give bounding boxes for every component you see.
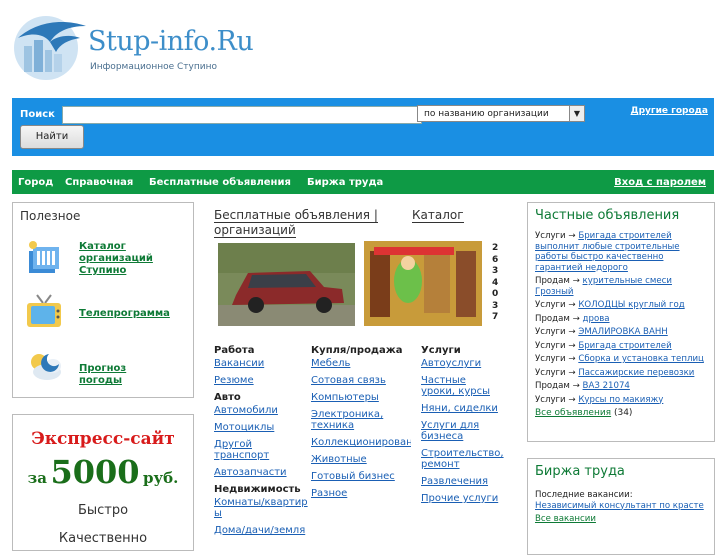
category-link[interactable]: Частные уроки, курсы — [421, 375, 501, 397]
useful-item-label[interactable]: Каталог организаций Ступино — [79, 241, 169, 277]
doors-ad-banner[interactable] — [364, 241, 492, 326]
search-input[interactable] — [62, 106, 422, 124]
category-heading: Купля/продажа — [311, 345, 403, 356]
search-mode-value: по названию организации — [424, 109, 549, 119]
category-link[interactable]: Другой транспорт — [214, 439, 274, 461]
useful-item-label[interactable]: Прогноз погоды — [79, 363, 126, 387]
category-link[interactable]: Дома/дачи/земля — [214, 525, 306, 536]
category-heading: Работа — [214, 345, 255, 356]
category-link[interactable]: Няни, сиделки — [421, 403, 521, 414]
express-price-prefix: за — [27, 469, 47, 487]
express-site-ad[interactable]: Экспресс-сайт за 5000 руб. Быстро Качест… — [12, 414, 194, 551]
list-item: Услуги → Бригада строителей — [535, 340, 672, 351]
category-link[interactable]: Вакансии — [214, 358, 306, 369]
ads-column-1: Работа Вакансии Резюме Авто Автомобили М… — [214, 345, 308, 542]
list-item: Продам → дрова — [535, 313, 610, 324]
search-submit-button[interactable]: Найти — [20, 125, 84, 149]
express-feature-quality: Качественно — [58, 531, 148, 546]
category-link[interactable]: Мебель — [311, 358, 411, 369]
category-link[interactable]: Мотоциклы — [214, 422, 306, 433]
all-vacancies-link[interactable]: Все вакансии — [535, 514, 710, 525]
nav-item-directory[interactable]: Справочная — [65, 177, 133, 188]
category-heading: Услуги — [421, 345, 461, 356]
category-link[interactable]: Автоуслуги — [421, 358, 521, 369]
category-link[interactable]: Разное — [311, 488, 411, 499]
category-link[interactable]: Прочие услуги — [421, 493, 521, 504]
tab-free-ads-label[interactable]: Бесплатные объявления | организаций — [214, 208, 378, 238]
useful-panel: Полезное Каталог организаций Ступино Тел… — [12, 202, 194, 398]
chevron-down-icon[interactable]: ▼ — [569, 106, 584, 121]
job-exchange-panel: Биржа труда Последние вакансии: Независи… — [527, 458, 715, 555]
express-price-currency: руб. — [143, 469, 179, 487]
category-link[interactable]: Строительство, ремонт — [421, 448, 506, 470]
useful-item-label[interactable]: Телепрограмма — [79, 308, 170, 320]
list-item: Услуги → Бригада строителей выполнит люб… — [535, 231, 680, 273]
site-logo[interactable]: Stup-info.Ru Информационное Ступино — [10, 12, 260, 82]
latest-vacancies-label: Последние вакансии: — [535, 490, 633, 500]
vacancy-link[interactable]: Независимый консультант по красте — [535, 501, 710, 512]
ads-column-3: Услуги Автоуслуги Частные уроки, курсы Н… — [421, 345, 521, 510]
all-ads-link[interactable]: Все объявления — [535, 408, 611, 418]
other-cities-link[interactable]: Другие города — [631, 106, 708, 116]
category-heading: Недвижимость — [214, 484, 301, 495]
category-link[interactable]: Резюме — [214, 375, 306, 386]
private-ads-panel: Частные объявления Услуги → Бригада стро… — [527, 202, 715, 442]
list-item: Услуги → ЭМАЛИРОВКА ВАНН — [535, 327, 668, 337]
category-link[interactable]: Готовый бизнес — [311, 471, 411, 482]
swallow-logo-icon — [14, 16, 86, 80]
tab-free-ads[interactable]: Бесплатные объявления | организаций — [214, 208, 389, 238]
ads-column-2: Купля/продажа Мебель Сотовая связь Компь… — [311, 345, 411, 505]
private-ads-title[interactable]: Частные объявления — [535, 208, 679, 223]
express-feature-fast: Быстро — [77, 503, 129, 518]
category-link[interactable]: Автозапчасти — [214, 467, 306, 478]
list-item: Услуги → Пассажирские перевозки — [535, 367, 695, 378]
express-price-value: 5000 — [50, 453, 140, 491]
search-label: Поиск — [20, 109, 55, 120]
job-exchange-title[interactable]: Биржа труда — [535, 464, 625, 479]
login-link[interactable]: Вход с паролем — [614, 177, 706, 188]
list-item: Услуги → КОЛОДЦЫ круглый год — [535, 300, 685, 310]
nav-item-city[interactable]: Город — [18, 177, 53, 188]
category-heading: Авто — [214, 392, 241, 403]
tv-icon — [27, 294, 61, 327]
list-item: Услуги → Сборка и установка теплиц — [535, 354, 704, 364]
category-link[interactable]: Автомобили — [214, 405, 306, 416]
nav-item-job-exchange[interactable]: Биржа труда — [307, 177, 383, 188]
all-ads-row: Все объявления (34) — [535, 408, 710, 419]
all-ads-count: (34) — [613, 408, 633, 418]
category-link[interactable]: Сотовая связь — [311, 375, 411, 386]
list-item: Продам → ВАЗ 21074 — [535, 381, 630, 391]
job-exchange-body: Последние вакансии: Независимый консульт… — [535, 490, 710, 525]
search-mode-select[interactable]: по названию организации ▼ — [417, 105, 585, 122]
weather-icon — [31, 354, 61, 380]
category-link[interactable]: Компьютеры — [311, 392, 411, 403]
useful-title: Полезное — [20, 209, 81, 223]
express-title: Экспресс-сайт — [31, 429, 175, 449]
car-ad-image[interactable] — [218, 243, 355, 326]
banner-phone: 2 6 3 4 0 3 7 — [492, 243, 499, 322]
category-link[interactable]: Коллекционирование — [311, 437, 411, 448]
category-link[interactable]: Услуги для бизнеса — [421, 420, 491, 442]
category-link[interactable]: Комнаты/квартиры — [214, 497, 308, 519]
tab-catalog[interactable]: Каталог — [412, 208, 464, 223]
category-link[interactable]: Электроника, техника — [311, 409, 401, 431]
search-bar: Поиск по названию организации ▼ Найти Др… — [12, 98, 714, 156]
site-tagline: Информационное Ступино — [90, 62, 217, 72]
list-item: Услуги → Курсы по макияжу — [535, 394, 664, 405]
main-nav: Город Справочная Бесплатные объявления Б… — [12, 170, 714, 194]
catalog-icon — [29, 241, 59, 273]
site-name: Stup-info.Ru — [88, 26, 254, 57]
nav-item-free-ads[interactable]: Бесплатные объявления — [149, 177, 291, 188]
category-link[interactable]: Животные — [311, 454, 411, 465]
private-ads-list: Услуги → Бригада строителей выполнит люб… — [535, 231, 710, 419]
express-price: за 5000 руб. — [13, 453, 193, 491]
category-link[interactable]: Развлечения — [421, 476, 521, 487]
list-item: Продам → курительные смеси Грозный — [535, 276, 672, 297]
